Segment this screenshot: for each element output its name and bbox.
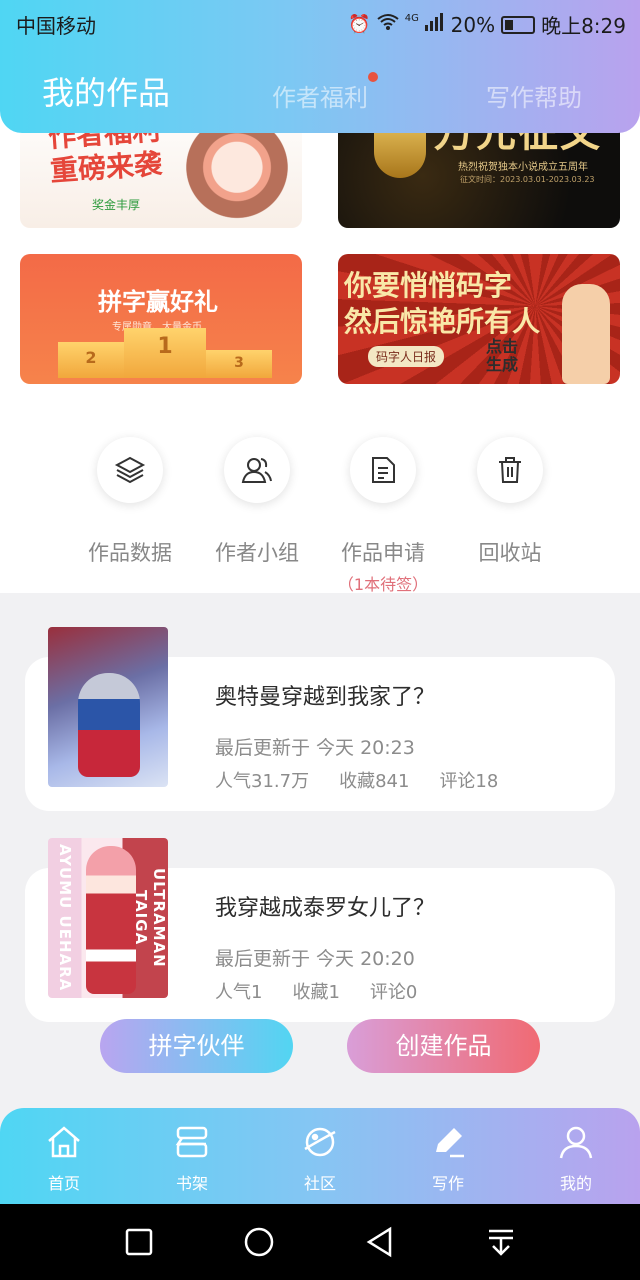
tab-writing-help[interactable]: 写作帮助 xyxy=(486,78,582,113)
work-updated-time: 最后更新于 今天 20:20 xyxy=(215,948,415,970)
work-stats: 人气31.7万 收藏841 评论18 xyxy=(215,767,498,793)
user-icon xyxy=(559,1126,593,1159)
works-data-button[interactable]: 作品数据 xyxy=(65,437,195,567)
typing-partner-button[interactable]: 拼字伙伴 xyxy=(100,1019,293,1073)
signal-type-label: 4G xyxy=(404,13,419,24)
work-popularity: 人气1 xyxy=(215,982,263,1003)
banner-title: 拼字赢好礼 xyxy=(98,288,218,316)
battery-icon xyxy=(501,15,536,34)
planet-icon xyxy=(304,1127,336,1157)
nav-write-label: 写作 xyxy=(431,1174,464,1193)
banner-tag: 奖金丰厚 xyxy=(92,198,141,212)
quick-actions: 作品数据 作者小组 作品申请 （1本待签） 回收站 xyxy=(0,385,640,595)
work-stats: 人气1 收藏1 评论0 xyxy=(215,978,417,1004)
banner-title-line2: 重磅来袭 xyxy=(49,147,164,188)
signal-icon: 4G xyxy=(405,13,445,36)
status-bar: 中国移动 ⏰ 4G 20% 晚上8:29 xyxy=(0,0,640,44)
banner-typing-contest[interactable]: 拼字赢好礼 专属勋章、大量金币 2 1 3 xyxy=(20,254,302,384)
ultraman-illustration xyxy=(78,673,140,777)
tab-my-works[interactable]: 我的作品 xyxy=(42,68,170,114)
podium-third: 3 xyxy=(206,350,272,378)
tab-bar: 我的作品 作者福利 写作帮助 xyxy=(0,68,640,114)
nav-community[interactable]: 社区 xyxy=(280,1122,360,1194)
recycle-bin-label: 回收站 xyxy=(478,541,542,565)
battery-percent: 20% xyxy=(450,12,496,37)
wifi-icon xyxy=(377,13,399,36)
banner-title-line1: 你要悄悄码字 xyxy=(344,269,513,302)
nav-profile[interactable]: 我的 xyxy=(536,1122,616,1194)
tab-author-benefits-label: 作者福利 xyxy=(272,84,368,112)
recent-apps-icon[interactable] xyxy=(123,1226,155,1258)
nav-home-label: 首页 xyxy=(47,1174,80,1193)
banner-subtitle: 热烈祝贺独本小说成立五周年 xyxy=(458,162,588,173)
banner-title-line2: 然后惊艳所有人 xyxy=(344,305,541,338)
work-cover[interactable] xyxy=(48,627,168,787)
work-comments: 评论18 xyxy=(439,771,499,792)
carrier-label: 中国移动 xyxy=(16,14,96,38)
banner-date: 征文时间：2023.03.01-2023.03.23 xyxy=(460,175,595,184)
nav-bookshelf[interactable]: 书架 xyxy=(152,1122,232,1194)
author-group-button[interactable]: 作者小组 xyxy=(192,437,322,567)
author-group-label: 作者小组 xyxy=(215,541,299,565)
podium-first: 1 xyxy=(124,328,206,378)
create-work-button[interactable]: 创建作品 xyxy=(347,1019,540,1073)
trash-icon xyxy=(477,437,543,503)
tab-author-benefits[interactable]: 作者福利 xyxy=(272,72,378,113)
group-icon xyxy=(224,437,290,503)
bookshelf-icon xyxy=(175,1126,208,1158)
nav-community-label: 社区 xyxy=(303,1174,336,1193)
back-icon[interactable] xyxy=(364,1226,396,1258)
cover-side-text-left: AYUMU UEHARA xyxy=(56,844,74,992)
cover-side-text-right: ULTRAMAN TAIGA xyxy=(132,868,168,968)
works-application-label: 作品申请 xyxy=(341,541,425,565)
nav-profile-label: 我的 xyxy=(559,1174,592,1193)
recycle-bin-button[interactable]: 回收站 xyxy=(445,437,575,567)
works-data-label: 作品数据 xyxy=(88,541,172,565)
work-updated-time: 最后更新于 今天 20:23 xyxy=(215,737,415,759)
document-icon xyxy=(350,437,416,503)
work-title: 奥特曼穿越到我家了？ xyxy=(215,685,436,710)
works-application-button[interactable]: 作品申请 （1本待签） xyxy=(318,437,448,595)
work-favorites: 收藏841 xyxy=(339,771,410,792)
banner-daily-report[interactable]: 你要悄悄码字 然后惊艳所有人 码字人日报 点击生成 xyxy=(338,254,620,384)
work-title: 我穿越成泰罗女儿了？ xyxy=(215,896,436,921)
home-icon xyxy=(48,1126,80,1158)
layers-icon xyxy=(97,437,163,503)
nav-bookshelf-label: 书架 xyxy=(175,1174,208,1193)
status-icons: ⏰ 4G 20% 晚上8:29 xyxy=(348,10,626,39)
bottom-nav: 首页 书架 社区 写作 我的 xyxy=(0,1108,640,1204)
work-popularity: 人气31.7万 xyxy=(215,771,310,792)
top-header: 中国移动 ⏰ 4G 20% 晚上8:29 我的作品 作者福利 写作帮助 xyxy=(0,0,640,133)
work-comments: 评论0 xyxy=(369,982,418,1003)
banner-badge: 码字人日报 xyxy=(368,346,445,367)
pen-icon xyxy=(436,1128,464,1158)
work-favorites: 收藏1 xyxy=(292,982,340,1003)
nav-write[interactable]: 写作 xyxy=(408,1122,488,1194)
banner-grid: 作者福利 重磅来袭 奖金丰厚 万元征文 热烈祝贺独本小说成立五周年 征文时间：2… xyxy=(0,98,640,385)
anime-girl-illustration xyxy=(86,846,136,994)
home-circle-icon[interactable] xyxy=(243,1226,275,1258)
alarm-icon: ⏰ xyxy=(348,14,371,35)
system-nav-bar xyxy=(0,1204,640,1280)
fist-illustration xyxy=(562,284,610,384)
podium-second: 2 xyxy=(58,342,124,378)
work-cover[interactable]: AYUMU UEHARA ULTRAMAN TAIGA xyxy=(48,838,168,998)
notification-dot xyxy=(368,72,378,82)
clock: 晚上8:29 xyxy=(541,14,626,38)
notification-pull-icon[interactable] xyxy=(485,1226,517,1258)
banner-click-text: 点击生成 xyxy=(486,337,519,374)
nav-home[interactable]: 首页 xyxy=(24,1122,104,1194)
pending-count: （1本待签） xyxy=(337,575,429,594)
